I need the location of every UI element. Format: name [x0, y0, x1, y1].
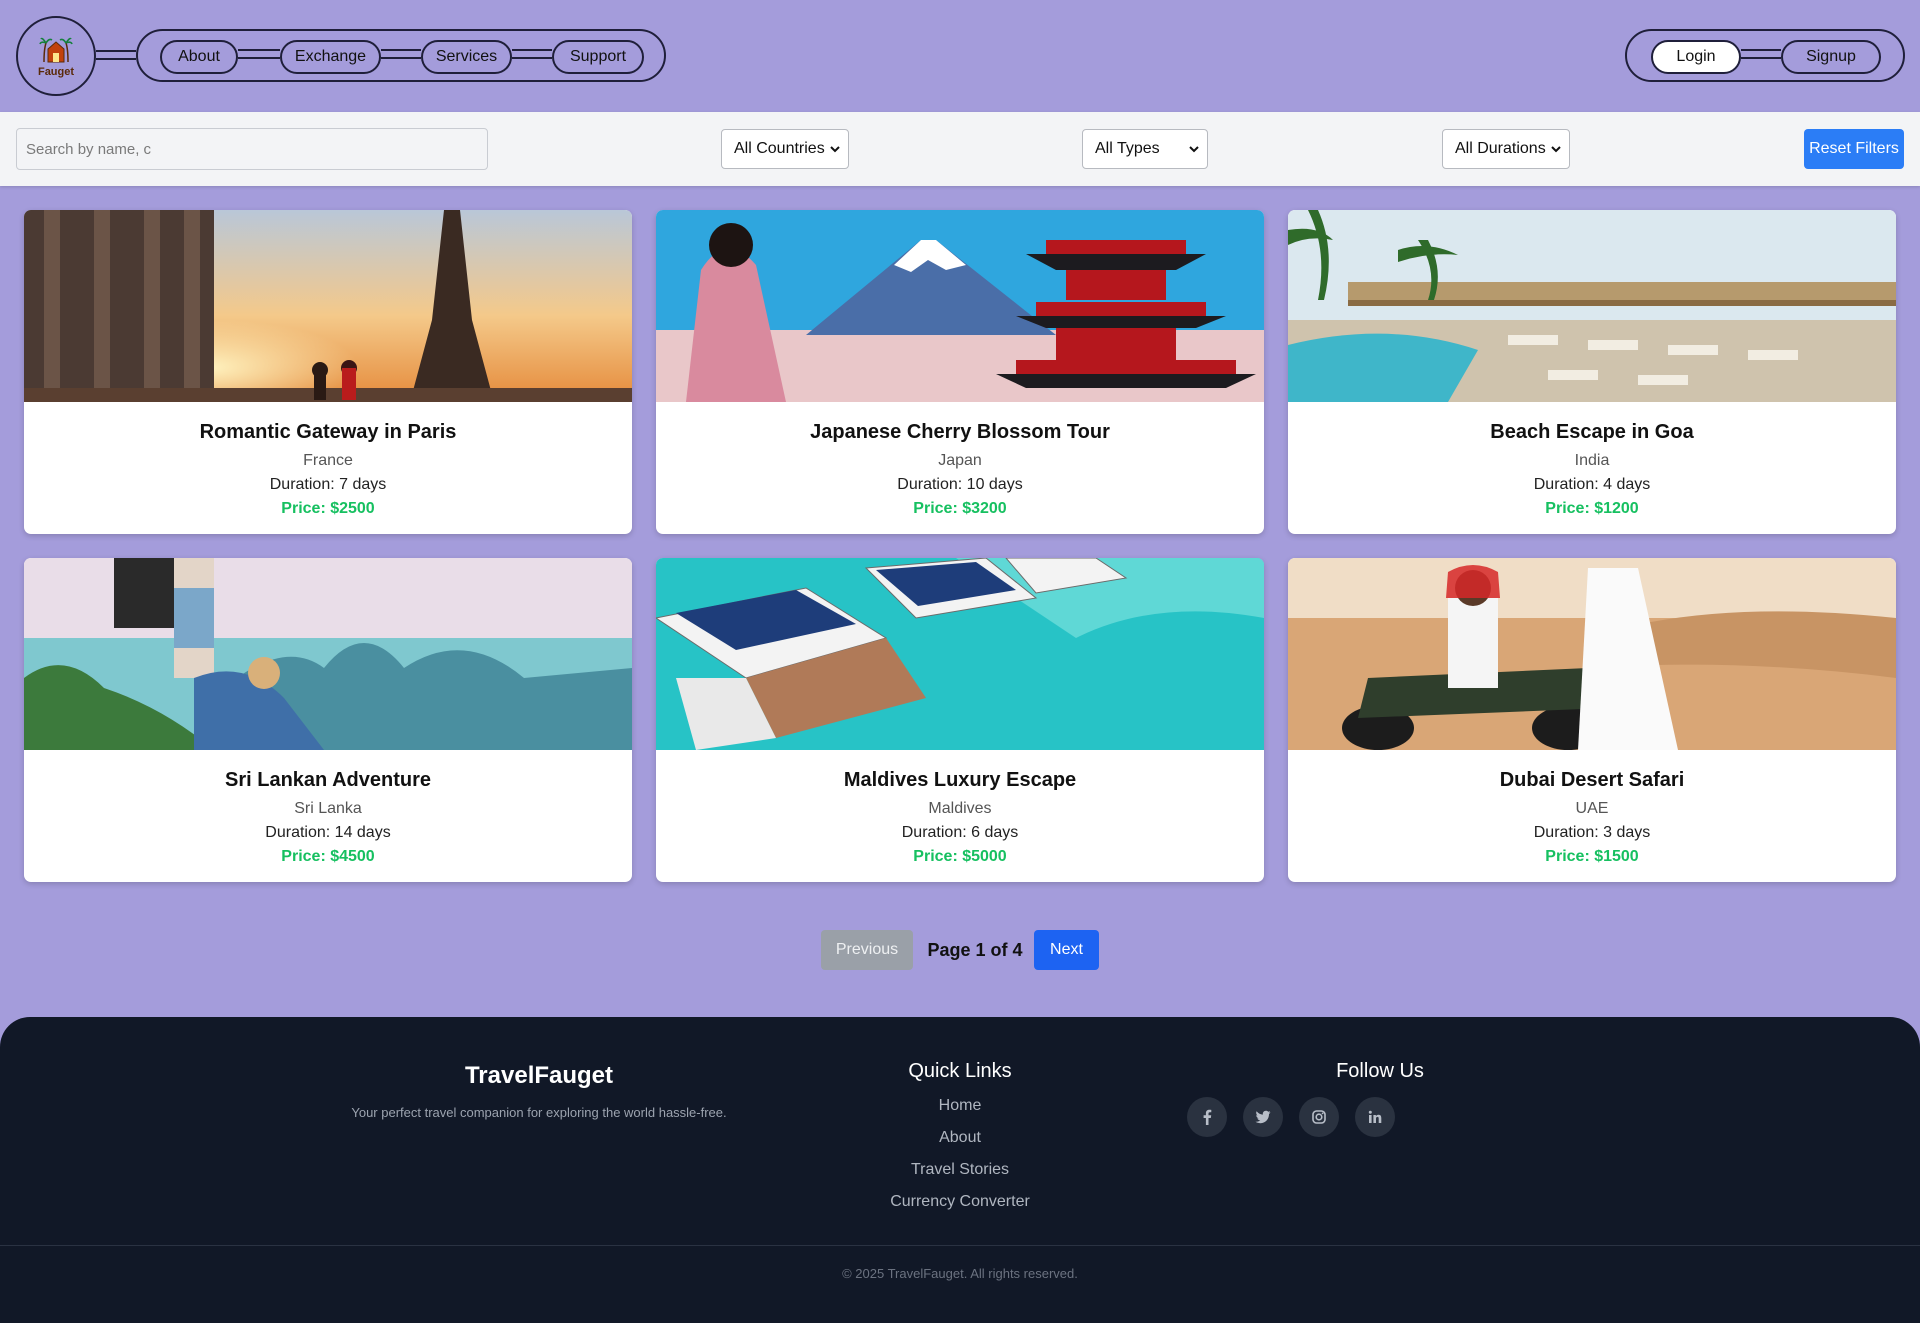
tour-price: Price: $5000	[913, 848, 1007, 865]
country-select-value: All Countries	[734, 140, 825, 157]
tour-card[interactable]: Japanese Cherry Blossom Tour Japan Durat…	[656, 210, 1264, 534]
footer-link-travel-stories[interactable]: Travel Stories	[860, 1161, 1060, 1179]
facebook-button[interactable]	[1187, 1097, 1227, 1137]
footer-link-home[interactable]: Home	[860, 1097, 1060, 1115]
nav-link-connector	[512, 49, 552, 59]
tour-price: Price: $3200	[913, 500, 1007, 517]
twitter-icon	[1255, 1110, 1271, 1124]
twitter-button[interactable]	[1243, 1097, 1283, 1137]
duration-select[interactable]: All Durations	[1442, 129, 1570, 169]
tour-price: Price: $1200	[1545, 500, 1639, 517]
tour-card[interactable]: Beach Escape in Goa India Duration: 4 da…	[1288, 210, 1896, 534]
tour-duration: Duration: 14 days	[265, 824, 391, 841]
nav-link-connector	[238, 49, 280, 59]
site-header: Fauget About Exchange Services Support L…	[0, 0, 1920, 112]
instagram-button[interactable]	[1299, 1097, 1339, 1137]
tour-price: Price: $1500	[1545, 848, 1639, 865]
tour-price: Price: $4500	[281, 848, 375, 865]
paris-image	[24, 210, 632, 402]
tour-card[interactable]: Dubai Desert Safari UAE Duration: 3 days…	[1288, 558, 1896, 882]
tour-country: India	[1574, 452, 1610, 469]
tour-duration: Duration: 6 days	[901, 824, 1019, 841]
nav-services-button[interactable]: Services	[421, 40, 512, 74]
maldives-image	[656, 558, 1264, 750]
facebook-icon	[1203, 1109, 1212, 1125]
chevron-down-icon	[1551, 146, 1561, 153]
nav-connector	[96, 50, 136, 60]
tour-country: Maldives	[928, 800, 992, 817]
instagram-icon	[1312, 1110, 1326, 1124]
tour-title: Japanese Cherry Blossom Tour	[810, 421, 1110, 443]
reset-filters-button[interactable]: Reset Filters	[1804, 129, 1904, 169]
footer-link-currency-converter[interactable]: Currency Converter	[860, 1193, 1060, 1211]
brand-logo[interactable]: Fauget	[16, 16, 96, 96]
tour-title: Maldives Luxury Escape	[843, 769, 1077, 791]
dubai-image	[1288, 558, 1896, 750]
tour-duration: Duration: 4 days	[1533, 476, 1651, 493]
sri-lanka-image	[24, 558, 632, 750]
nav-exchange-button[interactable]: Exchange	[280, 40, 381, 74]
chevron-down-icon	[830, 146, 840, 153]
tour-country: Sri Lanka	[294, 800, 362, 817]
page-indicator: Page 1 of 4	[927, 939, 1023, 960]
footer-brand: TravelFauget	[464, 1062, 614, 1089]
footer-divider	[0, 1245, 1920, 1246]
nav-link-connector	[381, 49, 421, 59]
linkedin-icon	[1368, 1110, 1382, 1123]
filter-bar: All Countries All Types All Durations Re…	[0, 112, 1920, 186]
type-select-value: All Types	[1095, 140, 1160, 157]
linkedin-button[interactable]	[1355, 1097, 1395, 1137]
copyright-text: © 2025 TravelFauget. All rights reserved…	[842, 1266, 1078, 1281]
tour-title: Beach Escape in Goa	[1490, 421, 1694, 443]
login-button[interactable]: Login	[1651, 40, 1741, 74]
tour-card[interactable]: Romantic Gateway in Paris France Duratio…	[24, 210, 632, 534]
next-page-button[interactable]: Next	[1034, 930, 1099, 970]
logo-text: Fauget	[37, 65, 75, 78]
main-nav: About Exchange Services Support	[136, 29, 666, 82]
tour-country: Japan	[938, 452, 982, 469]
follow-us-heading: Follow Us	[1336, 1060, 1424, 1082]
tour-duration: Duration: 3 days	[1533, 824, 1651, 841]
tour-card[interactable]: Sri Lankan Adventure Sri Lanka Duration:…	[24, 558, 632, 882]
tour-duration: Duration: 7 days	[269, 476, 387, 493]
goa-image	[1288, 210, 1896, 402]
tour-price: Price: $2500	[281, 500, 375, 517]
tour-card[interactable]: Maldives Luxury Escape Maldives Duration…	[656, 558, 1264, 882]
tour-title: Dubai Desert Safari	[1499, 769, 1685, 791]
nav-support-button[interactable]: Support	[552, 40, 644, 74]
tour-country: France	[303, 452, 353, 469]
type-select[interactable]: All Types	[1082, 129, 1208, 169]
country-select[interactable]: All Countries	[721, 129, 849, 169]
nav-about-button[interactable]: About	[160, 40, 238, 74]
search-input[interactable]	[16, 128, 488, 170]
tour-duration: Duration: 10 days	[897, 476, 1023, 493]
duration-select-value: All Durations	[1455, 140, 1546, 157]
tour-country: UAE	[1575, 800, 1609, 817]
footer-tagline: Your perfect travel companion for explor…	[351, 1105, 727, 1120]
auth-connector	[1741, 49, 1781, 59]
site-footer: TravelFauget Your perfect travel compani…	[0, 1017, 1920, 1323]
palm-house-icon	[39, 37, 73, 62]
japan-image	[656, 210, 1264, 402]
quick-links-heading: Quick Links	[908, 1060, 1012, 1082]
tour-title: Sri Lankan Adventure	[225, 769, 431, 791]
footer-link-about[interactable]: About	[860, 1129, 1060, 1147]
signup-button[interactable]: Signup	[1781, 40, 1881, 74]
tour-title: Romantic Gateway in Paris	[199, 421, 457, 443]
auth-nav: Login Signup	[1625, 29, 1905, 82]
chevron-down-icon	[1189, 146, 1199, 153]
previous-page-button[interactable]: Previous	[821, 930, 913, 970]
